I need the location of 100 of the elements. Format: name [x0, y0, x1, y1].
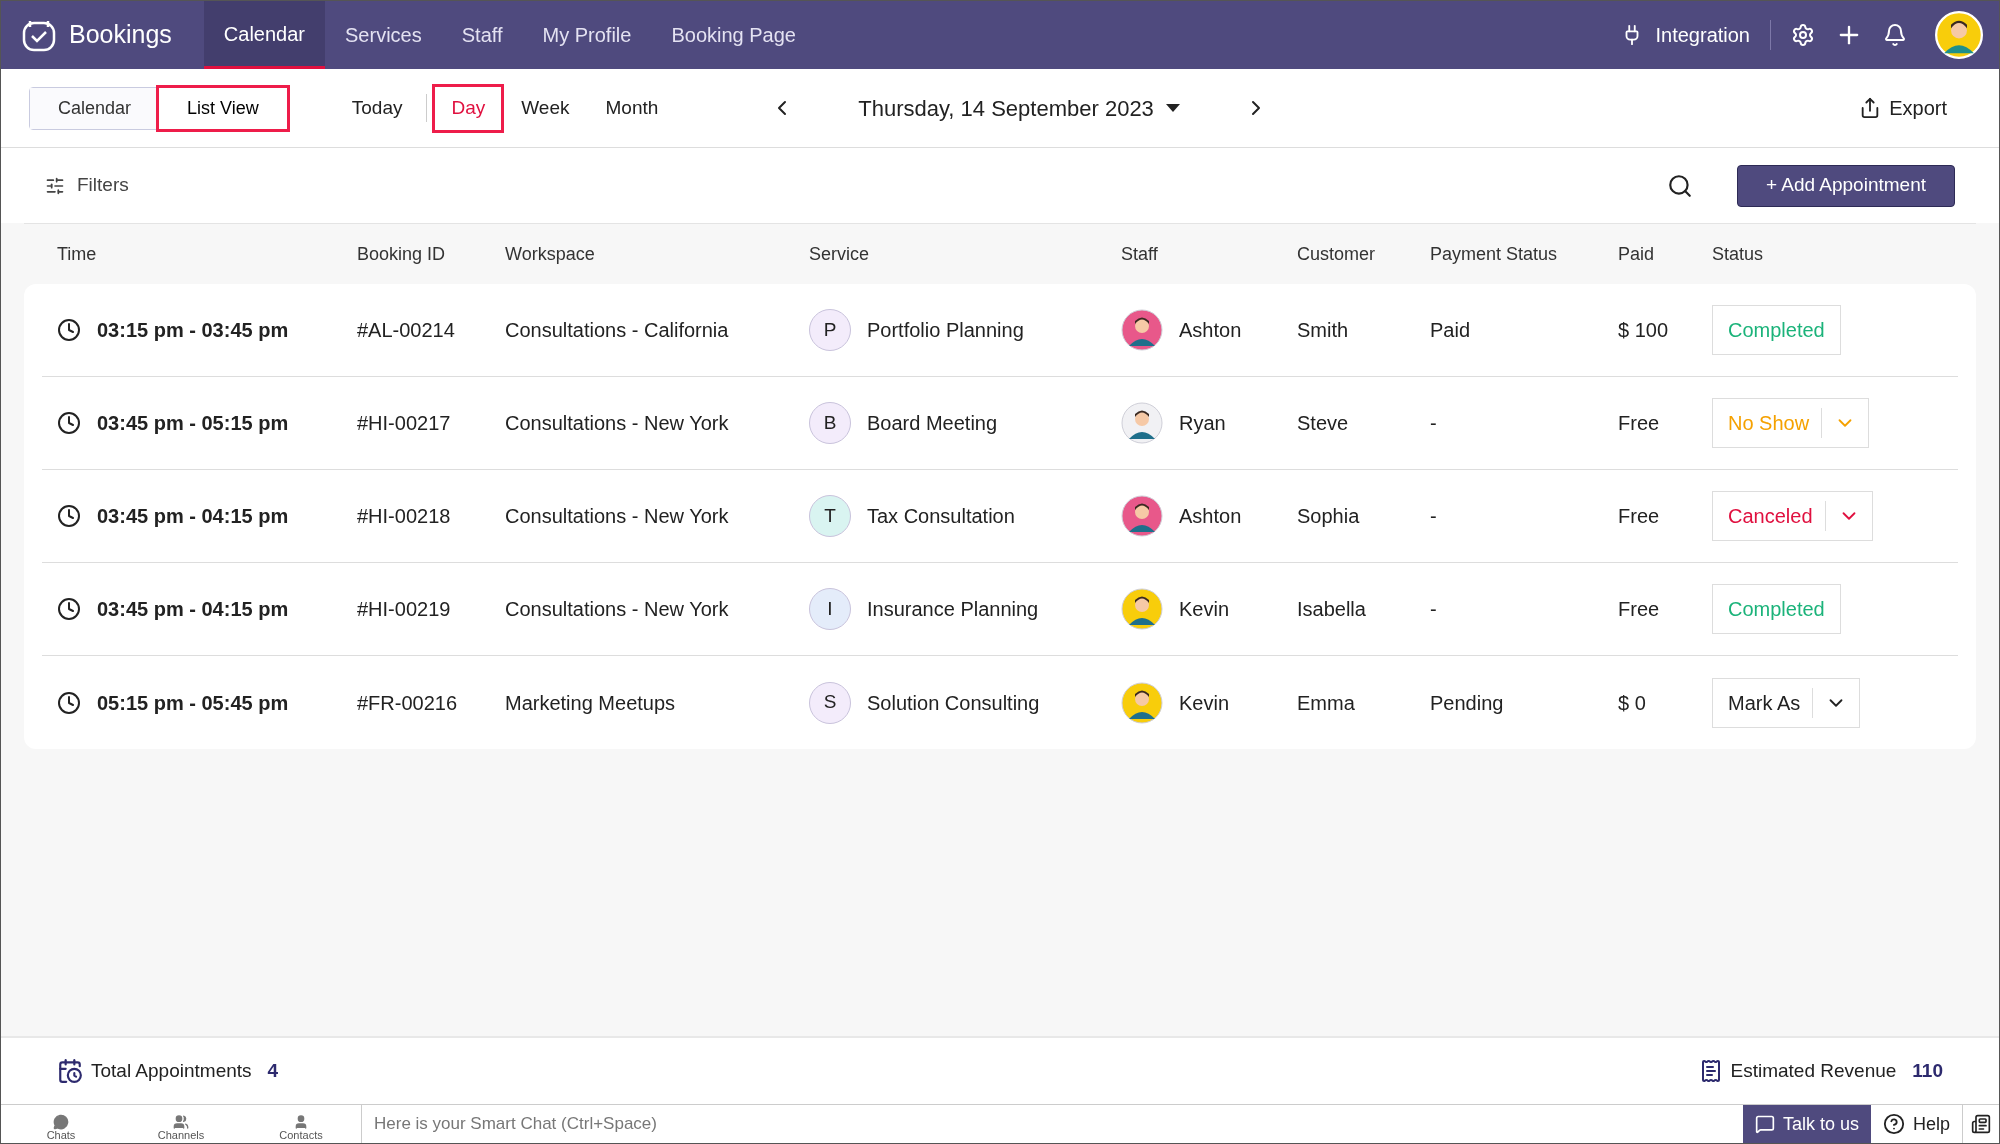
workspace-cell-text: Consultations - California [505, 318, 730, 343]
view-toggle-option[interactable]: List View [159, 87, 287, 129]
service-cell-text: Solution Consulting [867, 690, 1040, 716]
payment-status-cell-text: Paid [1430, 318, 1472, 343]
service-cell-text: Tax Consultation [867, 504, 1015, 529]
status-badge: Completed [1712, 584, 1841, 634]
column-header: Time [57, 242, 98, 266]
people-icon [173, 1114, 189, 1130]
caret-icon [1165, 104, 1180, 112]
chat-bubble-icon [53, 1114, 69, 1130]
clock-icon [57, 690, 81, 715]
service-initial: B [809, 402, 851, 444]
clock-icon [57, 597, 81, 621]
total-label: Total Appointments [91, 1058, 252, 1083]
profile-avatar[interactable] [1935, 11, 1983, 59]
service-cell-text: Portfolio Planning [867, 318, 1024, 343]
workspace-cell-text: Marketing Meetups [505, 690, 677, 716]
customer-cell-text: Isabella [1297, 597, 1367, 622]
range-tab[interactable]: Week [505, 86, 586, 130]
app-name: Bookings [69, 19, 172, 51]
nav-tab[interactable]: Services [325, 1, 442, 69]
status-badge: Completed [1712, 305, 1841, 355]
column-header: Paid [1618, 242, 1656, 266]
time-cell-text: 05:15 pm - 05:45 pm [97, 690, 289, 716]
clock-icon [57, 411, 81, 435]
help-icon [1882, 1113, 1905, 1135]
date-picker[interactable]: Thursday, 14 September 2023 [858, 91, 1180, 125]
service-cell-text: Insurance Planning [867, 597, 1039, 622]
booking-id-cell-text: #HI-00218 [357, 504, 452, 529]
workspace-cell-text: Consultations - New York [505, 597, 730, 622]
paid-cell-text: Free [1618, 597, 1661, 622]
export-button[interactable]: Export [1859, 93, 1947, 123]
workspace-cell-text: Consultations - New York [505, 504, 730, 529]
bottom-tab[interactable]: Channels [121, 1105, 241, 1143]
staff-cell-text: Kevin [1179, 597, 1230, 622]
staff-cell-text: Ashton [1179, 318, 1242, 343]
search-icon[interactable] [1666, 172, 1693, 199]
integration-button[interactable]: Integration [1655, 20, 1771, 50]
sliders-icon [45, 175, 65, 196]
status-dropdown[interactable]: Mark As [1712, 677, 1861, 728]
today-button[interactable]: Today [351, 93, 428, 123]
filters-button[interactable]: Filters [45, 171, 129, 200]
time-cell-text: 03:15 pm - 03:45 pm [97, 318, 289, 343]
paid-cell-text: Free [1618, 411, 1661, 436]
nav-tab[interactable]: My Profile [522, 1, 652, 69]
nav-tab[interactable]: Booking Page [651, 1, 816, 69]
service-initial: P [809, 309, 851, 351]
booking-id-cell-text: #AL-00214 [357, 318, 456, 343]
talk-to-us-button[interactable]: Talk to us [1742, 1105, 1871, 1143]
revenue-label: Estimated Revenue [1730, 1058, 1897, 1083]
workspace-cell-text: Consultations - New York [505, 411, 730, 436]
service-cell-text: Board Meeting [867, 411, 998, 436]
service-initial: I [809, 588, 851, 630]
bottom-tab[interactable]: Contacts [241, 1105, 361, 1143]
staff-cell-text: Ashton [1179, 504, 1242, 529]
payment-status-cell-text: - [1430, 411, 1438, 436]
nav-tab[interactable]: Calendar [203, 1, 326, 69]
payment-status-cell-text: Pending [1430, 690, 1505, 716]
column-header: Payment Status [1430, 242, 1559, 266]
column-header: Customer [1297, 242, 1377, 266]
payment-status-cell-text: - [1430, 597, 1438, 622]
column-header: Service [809, 242, 871, 266]
customer-cell-text: Emma [1297, 690, 1356, 716]
booking-id-cell-text: #HI-00217 [357, 411, 452, 436]
staff-cell-text: Kevin [1179, 690, 1230, 716]
paid-cell-text: Free [1618, 504, 1661, 529]
status-dropdown[interactable]: Canceled [1712, 491, 1873, 541]
range-tab[interactable]: Month [589, 86, 675, 130]
feed-icon[interactable] [1971, 1114, 1991, 1134]
payment-status-cell-text: - [1430, 504, 1438, 529]
bottom-tab[interactable]: Chats [1, 1105, 121, 1143]
range-tab[interactable]: Day [435, 86, 502, 130]
column-header: Booking ID [357, 242, 447, 266]
chat-icon [1754, 1114, 1775, 1134]
paid-cell-text: $ 100 [1618, 318, 1670, 343]
time-cell-text: 03:45 pm - 04:15 pm [97, 504, 289, 529]
booking-id-cell-text: #FR-00216 [357, 690, 459, 716]
service-initial: T [809, 495, 851, 537]
clock-icon [57, 318, 81, 342]
customer-cell-text: Steve [1297, 411, 1350, 436]
staff-cell-text: Ryan [1179, 411, 1226, 436]
clock-icon [57, 504, 81, 528]
notification-icon[interactable] [1883, 23, 1907, 47]
column-header: Staff [1121, 242, 1159, 266]
add-appointment-button[interactable]: + Add Appointment [1736, 164, 1955, 207]
total-count: 4 [267, 1058, 279, 1083]
customer-cell-text: Smith [1297, 318, 1350, 343]
settings-icon[interactable] [1791, 23, 1815, 47]
customer-cell-text: Sophia [1297, 504, 1361, 529]
smart-chat-field[interactable]: Here is your Smart Chat (Ctrl+Space) [361, 1105, 1743, 1143]
service-initial: S [809, 681, 851, 724]
nav-tab[interactable]: Staff [441, 1, 523, 69]
revenue-value: 110 [1912, 1058, 1943, 1083]
time-cell-text: 03:45 pm - 04:15 pm [97, 597, 289, 622]
time-cell-text: 03:45 pm - 05:15 pm [97, 411, 289, 436]
column-header: Status [1712, 242, 1765, 266]
booking-id-cell-text: #HI-00219 [357, 597, 452, 622]
paid-cell-text: $ 0 [1618, 690, 1647, 716]
calendar-clock-icon [57, 1058, 83, 1084]
help-button[interactable]: Help [1870, 1105, 1963, 1143]
